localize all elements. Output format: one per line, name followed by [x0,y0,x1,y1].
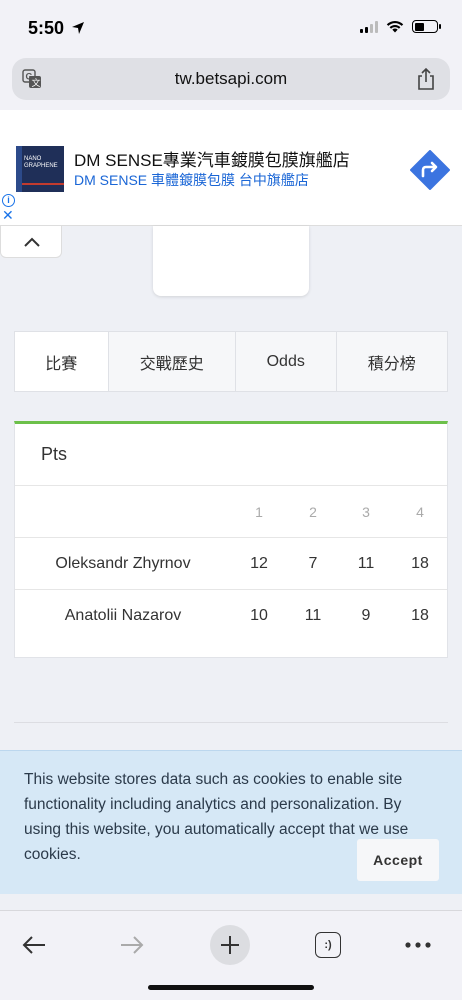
tab-head-to-head[interactable]: 交戰歷史 [109,332,236,391]
arrow-left-icon [22,936,45,954]
tab-standings[interactable]: 積分榜 [337,332,447,391]
wifi-icon [386,21,404,33]
tab-matches[interactable]: 比賽 [15,332,109,391]
card-title: Pts [41,444,68,464]
url-text: tw.betsapi.com [174,69,288,88]
accept-cookies-button[interactable]: Accept [357,839,439,881]
pts-card: Pts 1 2 3 4 Oleksandr Zhyrnov 12 7 11 18… [14,421,448,658]
score-cell: 11 [304,607,322,624]
score-cell: 9 [361,607,371,624]
back-button[interactable] [14,925,54,965]
ad-close-icon[interactable]: ✕ [2,207,14,224]
arrow-right-icon [121,936,144,954]
table-header-row: 1 2 3 4 [15,486,447,538]
column-header: 4 [416,504,424,520]
column-header: 3 [362,504,370,520]
chevron-up-icon [24,237,40,247]
score-cell: 18 [411,555,429,572]
score-cell: 11 [357,555,375,572]
ad-logo-text: NANO GRAPHENE [24,156,58,169]
score-cell: 12 [250,555,268,572]
plus-icon [221,936,239,954]
tabs-button[interactable]: :) [308,925,348,965]
score-cell: 10 [250,607,268,624]
column-header: 2 [309,504,317,520]
forward-button[interactable] [112,925,152,965]
score-cell: 18 [411,607,429,624]
collapse-button[interactable] [0,226,62,258]
ad-info-icon[interactable]: i [2,194,15,207]
score-cell: 7 [308,555,318,572]
column-header: 1 [255,504,263,520]
home-indicator [148,985,314,990]
section-tabs: 比賽 交戰歷史 Odds 積分榜 [14,331,448,392]
directions-icon[interactable] [410,150,450,190]
more-button[interactable] [398,925,438,965]
tab-odds[interactable]: Odds [236,332,337,391]
status-time-text: 5:50 [28,18,65,38]
header-panel [153,226,309,296]
share-icon[interactable] [416,67,436,91]
battery-icon [412,20,441,33]
table-row: Anatolii Nazarov 10 11 9 18 [15,590,447,642]
more-icon [405,942,431,948]
location-arrow-icon [72,22,85,34]
table-row: Oleksandr Zhyrnov 12 7 11 18 [15,538,447,590]
new-tab-button[interactable] [210,925,250,965]
cellular-signal-icon [360,20,378,33]
player-name: Anatolii Nazarov [64,607,182,624]
divider [14,722,448,723]
browser-toolbar: :) [0,910,462,1000]
status-bar: 5:50 [0,0,462,54]
cookie-banner: This website stores data such as cookies… [0,750,462,894]
ad-banner[interactable]: NANO GRAPHENE DM SENSE專業汽車鍍膜包膜旗艦店 DM SEN… [0,110,462,226]
ad-title[interactable]: DM SENSE專業汽車鍍膜包膜旗艦店 [74,146,350,171]
battery-level [414,22,424,31]
address-bar[interactable]: G 文 tw.betsapi.com [12,58,450,100]
status-time: 5:50 [28,18,85,39]
ad-logo: NANO GRAPHENE [16,146,64,192]
tabs-icon: :) [315,932,341,958]
player-name: Oleksandr Zhyrnov [55,555,191,572]
ad-subtitle[interactable]: DM SENSE 車體鍍膜包膜 台中旗艦店 [74,170,309,190]
browser-chrome: G 文 tw.betsapi.com [0,54,462,110]
